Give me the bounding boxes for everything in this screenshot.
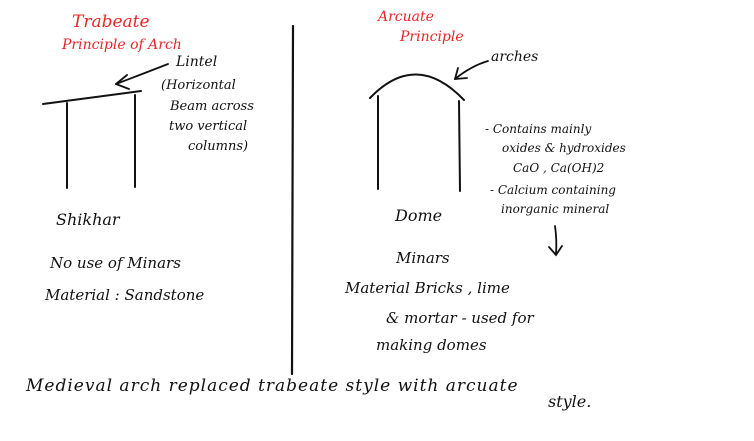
whiteboard-canvas: Trabeate Principle of Arch Lintel (Horiz… [0, 0, 754, 441]
arcuate-subheading: Principle [400, 29, 464, 45]
making-domes-text: making domes [376, 336, 487, 354]
material-bricks-text: Material Bricks , lime [345, 279, 510, 297]
material-sandstone-text: Material : Sandstone [45, 286, 205, 304]
summary-line-2: style. [548, 392, 592, 411]
notes-line-5: inorganic mineral [501, 202, 610, 216]
no-minars-text: No use of Minars [50, 254, 181, 272]
lintel-label: Lintel [176, 54, 218, 70]
arches-arrow-icon [454, 60, 489, 80]
trabeate-heading: Trabeate [72, 12, 150, 32]
arches-label: arches [491, 49, 539, 65]
shikhar-text: Shikhar [56, 210, 120, 229]
arch-curve [369, 73, 465, 101]
lintel-note-line-4: columns) [188, 139, 249, 154]
lintel-note-line-1: (Horizontal [161, 78, 236, 93]
notes-line-2: oxides & hydroxides [502, 141, 626, 155]
arcuate-heading: Arcuate [378, 9, 434, 25]
summary-line-1: Medieval arch replaced trabeate style wi… [26, 376, 519, 396]
dome-text: Dome [395, 206, 443, 225]
minars-text: Minars [396, 249, 450, 267]
right-column-2 [458, 100, 461, 192]
mortar-text: & mortar - used for [386, 309, 534, 327]
lintel-beam [42, 90, 142, 105]
center-divider [290, 24, 295, 376]
notes-line-3: CaO , Ca(OH)2 [513, 161, 605, 175]
notes-line-1: - Contains mainly [485, 122, 592, 136]
lintel-note-line-2: Beam across [170, 99, 254, 114]
notes-line-4: - Calcium containing [490, 183, 616, 197]
lintel-note-line-3: two vertical [169, 119, 248, 134]
down-arrow-icon [548, 225, 563, 257]
trabeate-subheading: Principle of Arch [62, 37, 182, 53]
